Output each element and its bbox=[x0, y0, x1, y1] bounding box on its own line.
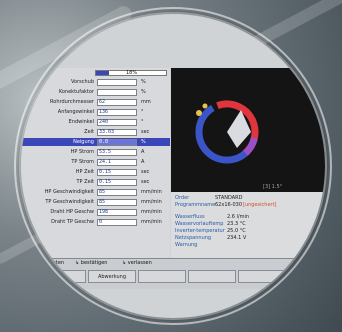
param-label: TP Strom bbox=[71, 159, 94, 165]
exit-icon: ↳ bbox=[122, 260, 127, 266]
nav-down-label: nach unten bbox=[35, 260, 65, 266]
toolbar-button-4[interactable] bbox=[188, 270, 236, 283]
program-label: Programmname bbox=[175, 202, 216, 208]
param-value-field[interactable]: 0.15 bbox=[97, 179, 137, 186]
param-value-field[interactable]: 62 bbox=[97, 99, 137, 106]
end-marker bbox=[202, 103, 208, 109]
toolbar-button-1[interactable] bbox=[38, 270, 86, 283]
param-label: HP Geschwindigkeit bbox=[44, 189, 94, 195]
check-icon: ↳ bbox=[75, 260, 80, 266]
param-value-field[interactable]: 85 bbox=[97, 199, 137, 206]
param-value-field[interactable]: 0 bbox=[97, 219, 137, 226]
program-value: 62x16-030 bbox=[215, 202, 243, 208]
param-unit: ° bbox=[141, 119, 144, 125]
param-unit: A bbox=[141, 149, 145, 155]
param-unit: mm/min bbox=[141, 189, 162, 195]
param-value-field[interactable]: 33.03 bbox=[97, 129, 137, 136]
toolbar-button-3[interactable] bbox=[138, 270, 186, 283]
program-status: [ungesichert] bbox=[243, 202, 277, 208]
arc-label: [3] 1.5° bbox=[263, 184, 283, 190]
progress-value: 18% bbox=[126, 70, 138, 76]
abwerkung-label: Abwerkung bbox=[97, 274, 127, 280]
info-label: Wasserfluss bbox=[175, 214, 205, 220]
param-label: HP Zeit bbox=[75, 169, 94, 175]
exit-label: verlassen bbox=[127, 260, 152, 266]
param-label: Anfangswinkel bbox=[57, 109, 94, 115]
param-unit: sec bbox=[141, 179, 150, 185]
order-value: STANDARD bbox=[215, 195, 243, 201]
param-unit: mm/min bbox=[141, 219, 162, 225]
nav-down-item[interactable]: ↴ nach unten bbox=[30, 260, 64, 266]
parameter-panel: 18% Vorschub% Konektufaktor% Rohrdurchmess… bbox=[21, 68, 170, 258]
info-label: Inverter-temperatur bbox=[175, 228, 225, 234]
param-label: Rohrdurchmesser bbox=[50, 99, 94, 105]
info-value: 23.3 °C bbox=[227, 221, 246, 227]
param-unit: mm/min bbox=[141, 199, 162, 205]
info-value: 2.6 l/min bbox=[227, 214, 250, 220]
param-unit: sec bbox=[141, 169, 150, 175]
param-value-field[interactable] bbox=[97, 79, 137, 86]
info-value: 234.1 V bbox=[227, 235, 247, 241]
param-unit: % bbox=[141, 79, 146, 85]
arrow-down-icon: ↴ bbox=[30, 260, 35, 266]
param-value-field[interactable]: 85 bbox=[97, 189, 137, 196]
param-label: Draht TP Geschw bbox=[51, 219, 94, 225]
param-unit: A bbox=[141, 159, 145, 165]
machine-info-panel: Order STANDARD Programmname 62x16-030 [u… bbox=[171, 192, 325, 258]
param-label: TP Zeit bbox=[76, 179, 94, 185]
param-label: TP Geschwindigkeit bbox=[45, 199, 94, 205]
confirm-label: bestätigen bbox=[80, 260, 108, 266]
param-value-field[interactable]: 136 bbox=[97, 109, 137, 116]
confirm-item[interactable]: ↳ bestätigen bbox=[75, 260, 107, 266]
arc-display: [3] 1.5° bbox=[171, 68, 325, 192]
start-marker bbox=[196, 110, 202, 116]
param-label: Draht HP Geschw bbox=[50, 209, 94, 215]
param-unit: mm/min bbox=[141, 209, 162, 215]
param-value-field[interactable]: 0.15 bbox=[97, 169, 137, 176]
param-label: Konektufaktor bbox=[58, 89, 94, 95]
bottom-toolbar: ↴ nach unten ↳ bestätigen ↳ verlassen Ab… bbox=[21, 258, 325, 289]
param-unit: % bbox=[141, 139, 146, 145]
param-unit: % bbox=[141, 89, 146, 95]
info-label: Wasservorlauftemp bbox=[175, 221, 224, 227]
order-label: Order bbox=[175, 195, 190, 201]
param-unit: sec bbox=[141, 129, 150, 135]
param-label: Endwinkel bbox=[68, 119, 94, 125]
param-value-field[interactable]: 24.1 bbox=[97, 159, 137, 166]
param-label: Vorschub bbox=[70, 79, 94, 85]
param-unit: ° bbox=[141, 109, 144, 115]
param-value-field[interactable]: 0.0 bbox=[97, 139, 137, 146]
param-value-field[interactable]: 53.5 bbox=[97, 149, 137, 156]
exit-item[interactable]: ↳ verlassen bbox=[122, 260, 152, 266]
param-label: Zeit bbox=[84, 129, 94, 135]
progress-bar: 18% bbox=[95, 70, 167, 76]
param-label: Neigung bbox=[73, 139, 94, 145]
screen-lens: 18% Vorschub% Konektufaktor% Rohrdurchmess… bbox=[21, 14, 325, 318]
param-unit: mm bbox=[141, 99, 151, 105]
abwerkung-button[interactable]: Abwerkung bbox=[88, 270, 136, 283]
monitor-screen: 18% Vorschub% Konektufaktor% Rohrdurchmess… bbox=[21, 14, 325, 318]
progress-fill bbox=[96, 71, 109, 75]
arc-diagram: [3] 1.5° bbox=[195, 100, 283, 190]
toolbar-button-5[interactable] bbox=[238, 270, 286, 283]
info-value: 25.0 °C bbox=[227, 228, 246, 234]
info-label: Warnung bbox=[175, 242, 198, 248]
info-label: Netzspannung bbox=[175, 235, 212, 241]
param-value-field[interactable]: 240 bbox=[97, 119, 137, 126]
param-value-field[interactable] bbox=[97, 89, 137, 96]
param-value-field[interactable]: 198 bbox=[97, 209, 137, 216]
param-label: HP Strom bbox=[70, 149, 94, 155]
